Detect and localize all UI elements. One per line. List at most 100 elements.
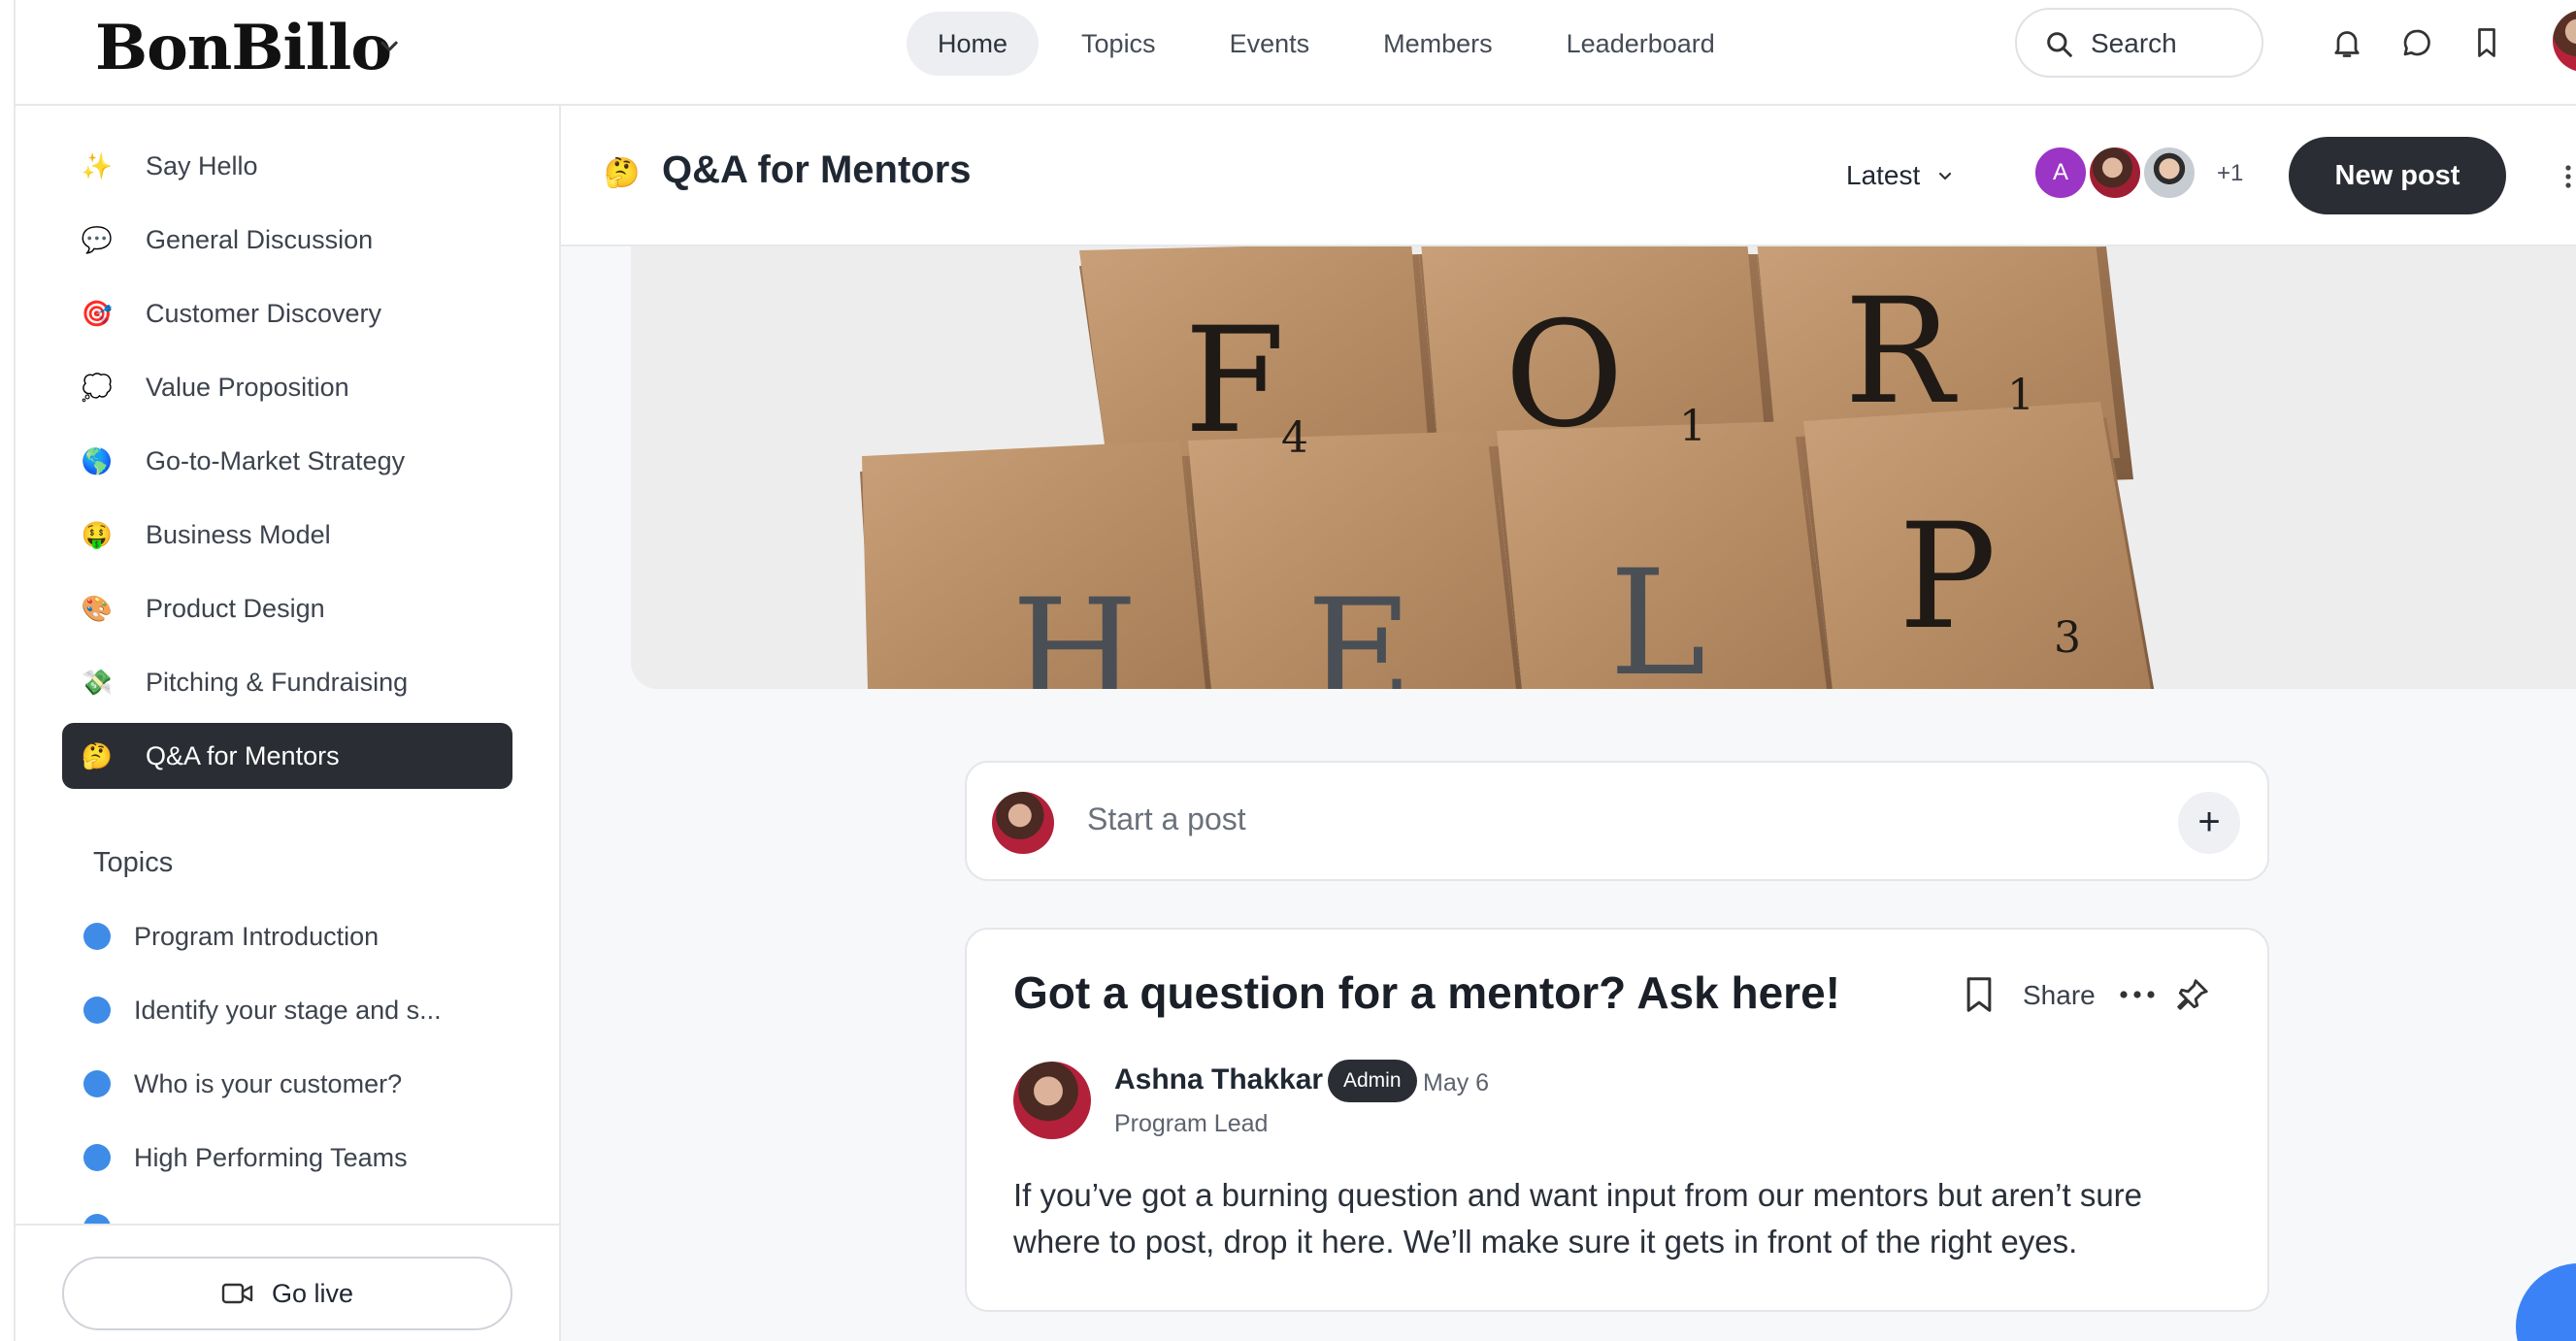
- topic-item-label: High Performing Teams: [134, 1142, 408, 1172]
- member-avatar[interactable]: A: [2032, 145, 2089, 201]
- sidebar-item-label: Q&A for Mentors: [146, 740, 340, 770]
- search-label: Search: [2091, 28, 2177, 58]
- sidebar-item-label: Product Design: [146, 593, 325, 623]
- speech-bubble-icon: 💬: [81, 224, 114, 254]
- tile-letter: F: [1184, 297, 1285, 466]
- topic-item-program-introduction[interactable]: Program Introduction: [62, 903, 512, 969]
- topic-item-partial[interactable]: [62, 1198, 512, 1224]
- more-options-icon[interactable]: [2560, 162, 2576, 191]
- tile-letter: E: [1306, 569, 1413, 689]
- topic-item-identify-stage[interactable]: Identify your stage and s...: [62, 977, 512, 1043]
- sidebar-divider: [16, 1224, 559, 1226]
- member-count-badge[interactable]: +1: [2217, 160, 2243, 187]
- composer-placeholder[interactable]: Start a post: [1087, 801, 1246, 837]
- chat-icon[interactable]: [2399, 25, 2434, 60]
- bookmark-icon[interactable]: [1963, 976, 1996, 1013]
- sidebar-item-label: General Discussion: [146, 224, 374, 254]
- sidebar-item-go-to-market[interactable]: 🌎 Go-to-Market Strategy: [62, 428, 512, 494]
- sidebar-item-value-proposition[interactable]: 💭 Value Proposition: [62, 354, 512, 420]
- page-title: Q&A for Mentors: [662, 148, 972, 191]
- thought-bubble-icon: 💭: [81, 372, 114, 402]
- avatar: [992, 792, 1054, 854]
- chevron-down-icon[interactable]: [373, 29, 406, 62]
- bookmark-icon[interactable]: [2469, 25, 2504, 60]
- support-chat-button[interactable]: [2516, 1263, 2576, 1341]
- sidebar: ✨ Say Hello 💬 General Discussion 🎯 Custo…: [16, 106, 561, 1341]
- author-role: Program Lead: [1114, 1110, 1269, 1137]
- sidebar-item-business-model[interactable]: 🤑 Business Model: [62, 502, 512, 568]
- nav-home[interactable]: Home: [907, 12, 1040, 76]
- author-avatar[interactable]: [1013, 1062, 1091, 1139]
- topic-dot-icon: [83, 997, 111, 1024]
- post-title[interactable]: Got a question for a mentor? Ask here!: [1013, 966, 1840, 1019]
- globe-icon: 🌎: [81, 445, 114, 475]
- post-body: If you’ve got a burning question and wan…: [1013, 1177, 2143, 1259]
- nav-events[interactable]: Events: [1199, 12, 1341, 76]
- chevron-down-icon: [1939, 172, 1952, 180]
- tile-letter: P: [1899, 493, 1997, 662]
- share-button[interactable]: Share: [2023, 980, 2096, 1011]
- search-button[interactable]: Search: [2015, 8, 2263, 78]
- topic-dot-icon: [83, 923, 111, 950]
- sidebar-item-general-discussion[interactable]: 💬 General Discussion: [62, 207, 512, 273]
- user-avatar[interactable]: [2553, 10, 2576, 72]
- topic-item-who-is-customer[interactable]: Who is your customer?: [62, 1051, 512, 1117]
- thinking-face-icon: 🤔: [604, 157, 641, 189]
- tile-letter: O: [1504, 291, 1624, 460]
- topics-heading: Topics: [93, 847, 174, 878]
- brand-logo[interactable]: BonBillo: [95, 10, 392, 87]
- sidebar-item-label: Go-to-Market Strategy: [146, 445, 406, 475]
- new-post-button[interactable]: New post: [2289, 137, 2506, 214]
- tile-score: 1: [1679, 402, 1706, 451]
- sidebar-item-label: Customer Discovery: [146, 298, 382, 328]
- member-avatar[interactable]: [2141, 145, 2197, 201]
- add-post-button[interactable]: +: [2178, 792, 2240, 854]
- search-icon: [2047, 32, 2072, 57]
- sidebar-item-label: Value Proposition: [146, 372, 349, 402]
- cover-image: F 4 O 1 R 1 H E L P 3: [631, 246, 2576, 689]
- sidebar-item-say-hello[interactable]: ✨ Say Hello: [62, 133, 512, 199]
- topic-dot-icon: [83, 1144, 111, 1171]
- topic-dot-icon: [83, 1070, 111, 1097]
- nav-topics[interactable]: Topics: [1050, 12, 1187, 76]
- target-icon: 🎯: [81, 298, 114, 328]
- sidebar-item-product-design[interactable]: 🎨 Product Design: [62, 575, 512, 641]
- sort-dropdown[interactable]: Latest: [1846, 154, 1957, 197]
- tile-score: 1: [2007, 371, 2034, 420]
- tile-letter: L: [1609, 540, 1706, 689]
- sidebar-item-qa-for-mentors[interactable]: 🤔 Q&A for Mentors: [62, 723, 512, 789]
- thinking-face-icon: 🤔: [81, 740, 114, 770]
- topic-item-label: Who is your customer?: [134, 1068, 403, 1098]
- member-avatar[interactable]: [2087, 145, 2143, 201]
- sparkles-icon: ✨: [81, 150, 114, 180]
- sort-label: Latest: [1846, 160, 1921, 190]
- go-live-button[interactable]: Go live: [62, 1257, 512, 1330]
- pin-icon[interactable]: [2174, 976, 2211, 1013]
- sidebar-item-pitching-fundraising[interactable]: 💸 Pitching & Fundraising: [62, 649, 512, 715]
- go-live-label: Go live: [271, 1278, 354, 1308]
- top-header: BonBillo Home Topics Events Members Lead…: [16, 0, 2576, 106]
- flying-money-icon: 💸: [81, 667, 114, 697]
- topic-item-high-performing-teams[interactable]: High Performing Teams: [62, 1125, 512, 1191]
- bell-icon[interactable]: [2329, 25, 2364, 60]
- tile-letter: H: [1011, 569, 1139, 689]
- topic-dot-icon: [83, 1214, 111, 1224]
- window-left-edge: [0, 0, 16, 1341]
- scrabble-tiles-image: F 4 O 1 R 1 H E L P 3: [631, 246, 2576, 689]
- nav-leaderboard[interactable]: Leaderboard: [1536, 12, 1746, 76]
- admin-badge: Admin: [1328, 1060, 1417, 1102]
- sidebar-item-label: Say Hello: [146, 150, 258, 180]
- sidebar-item-customer-discovery[interactable]: 🎯 Customer Discovery: [62, 280, 512, 346]
- post-composer[interactable]: Start a post +: [965, 761, 2269, 881]
- video-camera-icon: [221, 1283, 253, 1304]
- more-options-icon[interactable]: [2118, 990, 2157, 999]
- author-name[interactable]: Ashna Thakkar: [1114, 1063, 1323, 1096]
- tile-score: 4: [1281, 413, 1308, 463]
- nav-members[interactable]: Members: [1352, 12, 1524, 76]
- topic-item-label: Identify your stage and s...: [134, 995, 442, 1025]
- space-header: 🤔 Q&A for Mentors Latest A +1 New post: [561, 106, 2576, 246]
- post-card[interactable]: Got a question for a mentor? Ask here! S…: [965, 928, 2269, 1312]
- post-date: May 6: [1423, 1069, 1490, 1096]
- palette-icon: 🎨: [81, 593, 114, 623]
- main-nav: Home Topics Events Members Leaderboard: [907, 12, 1746, 76]
